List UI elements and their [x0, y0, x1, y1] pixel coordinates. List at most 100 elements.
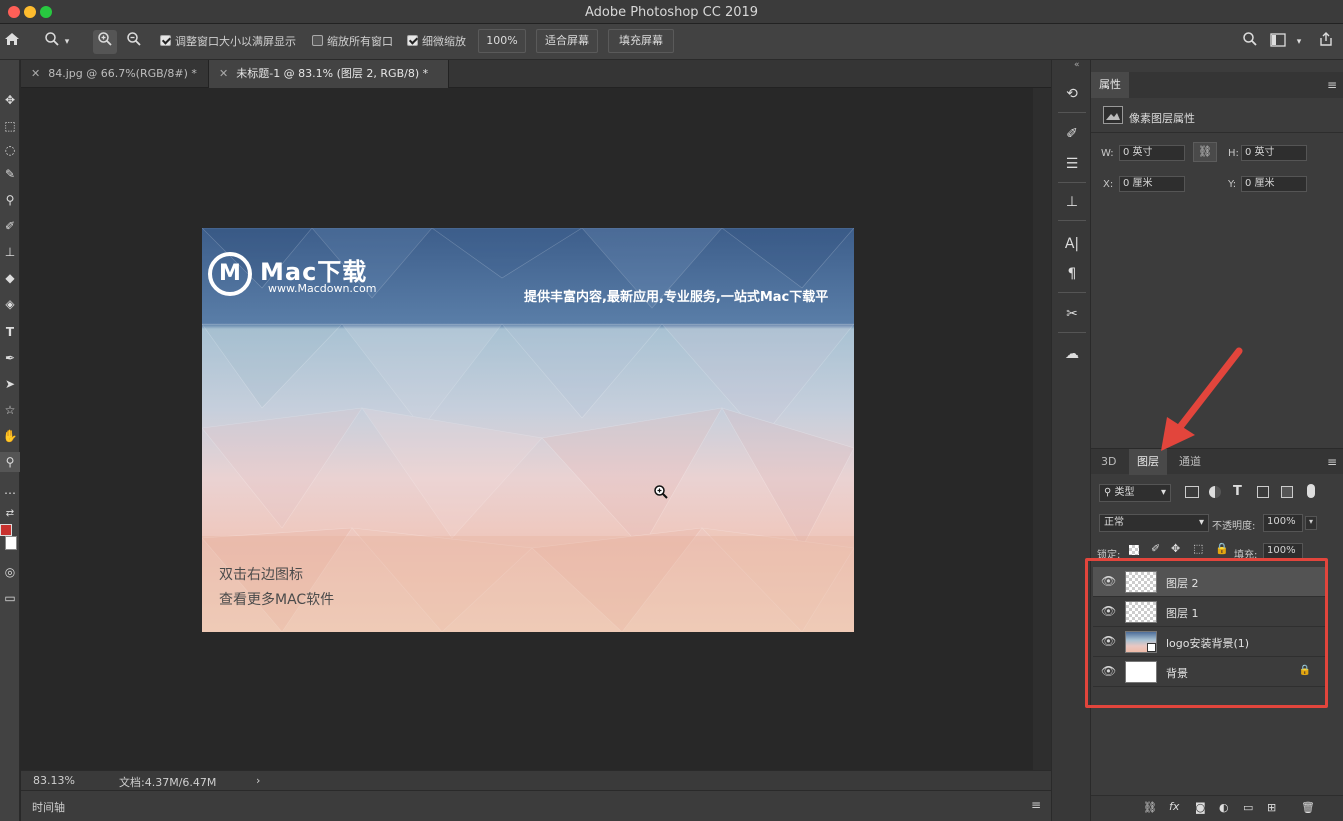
filter-smart-object-icon[interactable] — [1281, 486, 1293, 498]
promo-line-2: 查看更多MAC软件 — [219, 592, 335, 608]
canvas-area[interactable]: M Mac下载 www.Macdown.com 提供丰富内容,最新应用,专业服务… — [21, 88, 1033, 770]
close-icon[interactable]: ✕ — [31, 67, 40, 80]
shape-tool-icon[interactable]: ☆ — [0, 400, 20, 420]
adjustment-layer-icon[interactable]: ◐ — [1219, 801, 1229, 814]
eye-icon[interactable]: 👁 — [1101, 575, 1116, 587]
document-canvas[interactable]: M Mac下载 www.Macdown.com 提供丰富内容,最新应用,专业服务… — [202, 228, 854, 632]
eyedropper-tool-icon[interactable]: ⚲ — [0, 190, 20, 210]
layer-row-2[interactable]: 👁 图层 2 — [1093, 567, 1325, 597]
home-icon[interactable] — [0, 30, 24, 54]
new-layer-icon[interactable]: ⊞ — [1267, 801, 1276, 814]
zoom-100-button[interactable]: 100% — [478, 29, 526, 53]
type-tool-icon[interactable]: T — [0, 322, 20, 342]
tab-untitled-1[interactable]: ✕ 未标题-1 @ 83.1% (图层 2, RGB/8) * — [209, 60, 449, 88]
opacity-field[interactable]: 100% — [1263, 514, 1303, 532]
link-dimensions-icon[interactable]: ⛓ — [1193, 142, 1217, 162]
menu-icon[interactable]: ≡ — [1031, 798, 1041, 812]
eye-icon[interactable]: 👁 — [1101, 665, 1116, 677]
background-color-swatch[interactable] — [5, 536, 17, 550]
zoom-out-icon[interactable] — [122, 30, 146, 54]
chevron-right-icon[interactable]: › — [256, 774, 260, 787]
foreground-color-swatch[interactable] — [0, 524, 12, 536]
blend-mode-select[interactable]: 正常 ▾ — [1099, 514, 1209, 532]
character-icon[interactable]: A| — [1060, 232, 1084, 256]
timeline-tab[interactable]: 时间轴 — [32, 799, 65, 815]
new-group-icon[interactable]: ▭ — [1243, 801, 1253, 814]
creative-cloud-icon[interactable]: ☁ — [1060, 342, 1084, 366]
filter-toggle-icon[interactable] — [1307, 484, 1315, 498]
y-field[interactable]: 0 厘米 — [1241, 176, 1307, 192]
fill-field[interactable]: 100% — [1263, 543, 1303, 561]
move-tool-icon[interactable]: ✥ — [0, 90, 20, 110]
adjustments-icon[interactable]: ☰ — [1060, 152, 1084, 176]
screen-mode-icon[interactable]: ▭ — [0, 588, 20, 608]
pen-tool-icon[interactable]: ✒ — [0, 348, 20, 368]
fill-screen-button[interactable]: 填充屏幕 — [608, 29, 674, 53]
lock-pixels-icon[interactable]: ✐ — [1151, 542, 1160, 555]
checkbox-unchecked-icon — [312, 35, 323, 46]
layer-row-1[interactable]: 👁 图层 1 — [1093, 597, 1325, 627]
layer-filter-select[interactable]: ⚲ 类型 ▾ — [1099, 484, 1171, 502]
paragraph-icon[interactable]: ¶ — [1060, 262, 1084, 286]
brush-settings-icon[interactable]: ✐ — [1060, 122, 1084, 146]
tool-presets-icon[interactable]: ✂ — [1060, 302, 1084, 326]
zoom-in-icon[interactable] — [93, 30, 117, 54]
lock-artboard-icon[interactable]: ⬚ — [1193, 542, 1203, 555]
lock-transparent-icon[interactable] — [1129, 545, 1139, 555]
layer-row-background[interactable]: 👁 背景 🔒 — [1093, 657, 1325, 687]
filter-adjustment-icon[interactable] — [1209, 486, 1221, 498]
path-select-tool-icon[interactable]: ➤ — [0, 374, 20, 394]
lock-position-icon[interactable]: ✥ — [1171, 542, 1180, 555]
tools-panel: ✥ ⬚ ◌ ✎ ⚲ ✐ ⊥ ◆ ◈ T ✒ ➤ ☆ ✋ ⚲ … ⇄ ◎ ▭ — [0, 60, 20, 821]
smart-object-icon — [1147, 643, 1156, 652]
resize-windows-checkbox[interactable]: 调整窗口大小以满屏显示 — [160, 33, 296, 51]
history-icon[interactable]: ⟲ — [1060, 82, 1084, 106]
vertical-scrollbar[interactable] — [1033, 88, 1051, 770]
lasso-tool-icon[interactable]: ◌ — [0, 140, 20, 160]
fx-icon[interactable]: fx — [1169, 800, 1179, 813]
scrubby-zoom-checkbox[interactable]: 细微缩放 — [407, 33, 466, 51]
menu-icon[interactable]: ≡ — [1327, 455, 1337, 469]
zoom-tool-icon[interactable]: ⚲ — [0, 452, 20, 472]
filter-shape-icon[interactable] — [1257, 486, 1269, 498]
eye-icon[interactable]: 👁 — [1101, 635, 1116, 647]
quick-select-tool-icon[interactable]: ✎ — [0, 164, 20, 184]
tab-84-jpg[interactable]: ✕ 84.jpg @ 66.7%(RGB/8#) * — [21, 60, 209, 88]
quick-mask-icon[interactable]: ◎ — [0, 562, 20, 582]
brush-tool-icon[interactable]: ✐ — [0, 216, 20, 236]
menu-icon[interactable]: ≡ — [1327, 78, 1337, 92]
chevron-down-icon[interactable]: ▾ — [1292, 30, 1306, 54]
height-field[interactable]: 0 英寸 — [1241, 145, 1307, 161]
tab-3d[interactable]: 3D — [1093, 449, 1124, 475]
clone-source-icon[interactable]: ⊥ — [1060, 190, 1084, 214]
chevron-down-icon[interactable]: ▾ — [1305, 516, 1317, 530]
zoom-all-windows-checkbox[interactable]: 缩放所有窗口 — [312, 33, 393, 51]
workspace-icon[interactable] — [1266, 30, 1290, 54]
zoom-level[interactable]: 83.13% — [33, 774, 75, 787]
layer-row-logo[interactable]: 👁 logo安装背景(1) — [1093, 627, 1325, 657]
swap-colors-icon[interactable]: ⇄ — [0, 504, 20, 524]
chevron-down-icon[interactable]: ▾ — [60, 30, 74, 54]
tab-properties[interactable]: 属性 — [1091, 72, 1129, 98]
marquee-tool-icon[interactable]: ⬚ — [0, 116, 20, 136]
search-icon[interactable] — [1238, 30, 1262, 54]
filter-pixel-icon[interactable] — [1185, 486, 1199, 498]
eye-icon[interactable]: 👁 — [1101, 605, 1116, 617]
add-mask-icon[interactable]: ◙ — [1195, 801, 1206, 814]
close-icon[interactable]: ✕ — [219, 67, 228, 80]
trash-icon[interactable]: 🗑 — [1301, 801, 1315, 814]
macdown-logo-icon: M — [208, 252, 252, 296]
paint-bucket-tool-icon[interactable]: ◈ — [0, 294, 20, 314]
eraser-tool-icon[interactable]: ◆ — [0, 268, 20, 288]
x-field[interactable]: 0 厘米 — [1119, 176, 1185, 192]
hand-tool-icon[interactable]: ✋ — [0, 426, 20, 446]
width-field[interactable]: 0 英寸 — [1119, 145, 1185, 161]
fit-screen-button[interactable]: 适合屏幕 — [536, 29, 598, 53]
link-layers-icon[interactable]: ⛓ — [1143, 801, 1157, 814]
filter-type-icon[interactable]: T — [1233, 484, 1242, 499]
lock-all-icon[interactable]: 🔒 — [1215, 542, 1229, 555]
collapse-arrows-icon[interactable]: « — [1074, 60, 1080, 70]
share-icon[interactable] — [1314, 30, 1338, 54]
more-tools-icon[interactable]: … — [0, 480, 20, 500]
stamp-tool-icon[interactable]: ⊥ — [0, 242, 20, 262]
